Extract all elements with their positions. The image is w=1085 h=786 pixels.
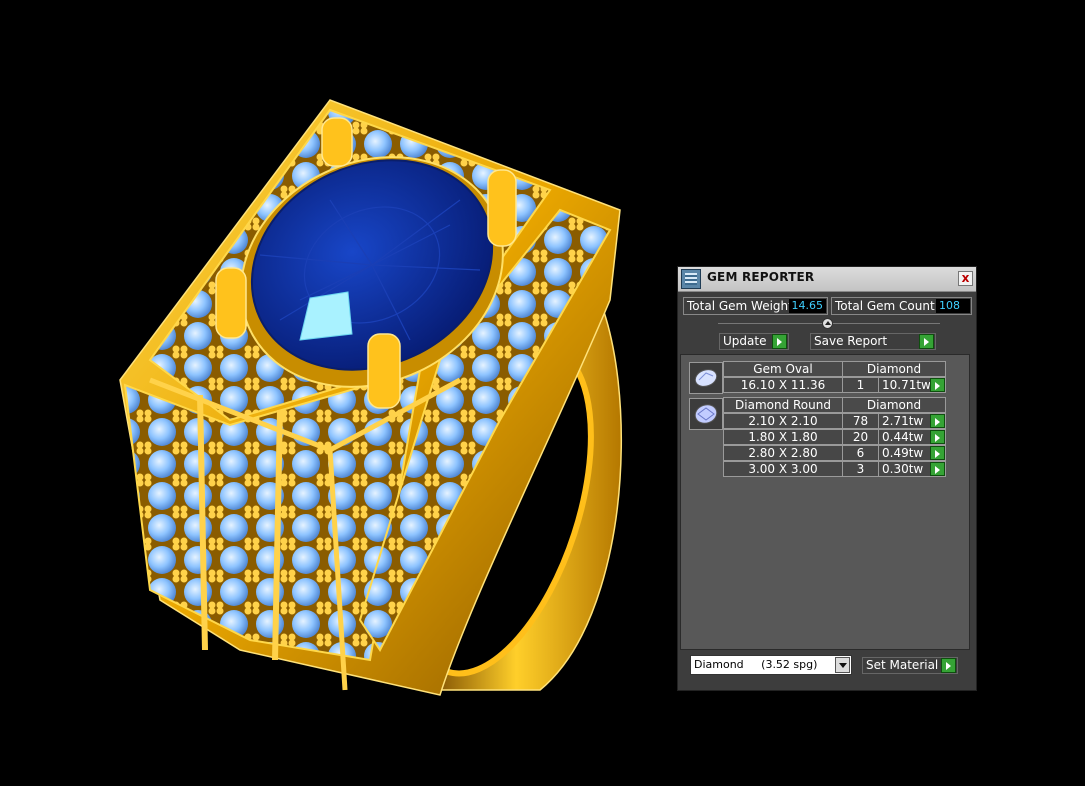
group-2-row-2-count: 20 <box>842 429 879 445</box>
save-report-label: Save Report <box>814 334 888 348</box>
group-2-row-3-weight[interactable]: 0.49tw <box>878 445 946 461</box>
gem-list[interactable]: Gem Oval Diamond 16.10 X 11.36 1 10.71tw… <box>680 354 970 650</box>
weight-value: 0.30tw <box>882 462 924 476</box>
play-arrow-icon[interactable] <box>930 414 945 428</box>
group-2-row-2-size: 1.80 X 1.80 <box>723 429 843 445</box>
gem-reporter-panel: GEM REPORTER x Total Gem Weight 14.65 To… <box>677 266 977 691</box>
group-2-row-1-size: 2.10 X 2.10 <box>723 413 843 429</box>
gem-reporter-icon <box>681 269 701 289</box>
group-2-material: Diamond <box>842 397 946 413</box>
weight-value: 2.71tw <box>882 414 924 428</box>
material-select-value: Diamond (3.52 spg) <box>694 658 818 671</box>
group-1-row-1-count: 1 <box>842 377 879 393</box>
play-arrow-icon[interactable] <box>941 658 956 673</box>
panel-title: GEM REPORTER <box>707 270 815 284</box>
update-label: Update <box>723 334 767 348</box>
total-gem-weight-label: Total Gem Weight <box>687 299 793 313</box>
set-material-label: Set Material <box>866 658 939 672</box>
weight-value: 10.71tw <box>882 378 931 392</box>
group-1-row-1-weight[interactable]: 10.71tw <box>878 377 946 393</box>
total-gem-count-label: Total Gem Count <box>835 299 935 313</box>
group-2-row-2-weight[interactable]: 0.44tw <box>878 429 946 445</box>
total-gem-weight: Total Gem Weight 14.65 <box>683 297 828 315</box>
group-2-row-3-size: 2.80 X 2.80 <box>723 445 843 461</box>
close-icon[interactable]: x <box>958 271 973 286</box>
ring-render <box>119 99 622 696</box>
total-gem-weight-value: 14.65 <box>788 299 826 313</box>
save-report-button[interactable]: Save Report <box>810 333 936 350</box>
play-arrow-icon[interactable] <box>772 334 787 349</box>
update-button[interactable]: Update <box>719 333 789 350</box>
material-select[interactable]: Diamond (3.52 spg) <box>690 655 852 675</box>
total-gem-count-value: 108 <box>936 299 970 313</box>
chevron-down-icon[interactable] <box>835 657 850 673</box>
group-2-row-1-count: 78 <box>842 413 879 429</box>
group-2-type: Diamond Round <box>723 397 843 413</box>
play-arrow-icon[interactable] <box>919 334 934 349</box>
weight-value: 0.49tw <box>882 446 924 460</box>
title-bar[interactable]: GEM REPORTER x <box>678 267 976 292</box>
group-1-material: Diamond <box>842 361 946 377</box>
total-gem-count: Total Gem Count 108 <box>831 297 972 315</box>
group-2-row-4-count: 3 <box>842 461 879 477</box>
collapse-up-icon[interactable] <box>822 318 833 329</box>
play-arrow-icon[interactable] <box>930 430 945 444</box>
weight-value: 0.44tw <box>882 430 924 444</box>
play-arrow-icon[interactable] <box>930 446 945 460</box>
round-gem-icon <box>689 398 723 430</box>
play-arrow-icon[interactable] <box>930 462 945 476</box>
play-arrow-icon[interactable] <box>930 378 945 392</box>
group-2-row-4-size: 3.00 X 3.00 <box>723 461 843 477</box>
oval-gem-icon <box>689 362 723 394</box>
group-2-row-1-weight[interactable]: 2.71tw <box>878 413 946 429</box>
set-material-button[interactable]: Set Material <box>862 657 958 674</box>
group-1-row-1-size: 16.10 X 11.36 <box>723 377 843 393</box>
group-2-row-4-weight[interactable]: 0.30tw <box>878 461 946 477</box>
group-2-row-3-count: 6 <box>842 445 879 461</box>
group-1-type: Gem Oval <box>723 361 843 377</box>
